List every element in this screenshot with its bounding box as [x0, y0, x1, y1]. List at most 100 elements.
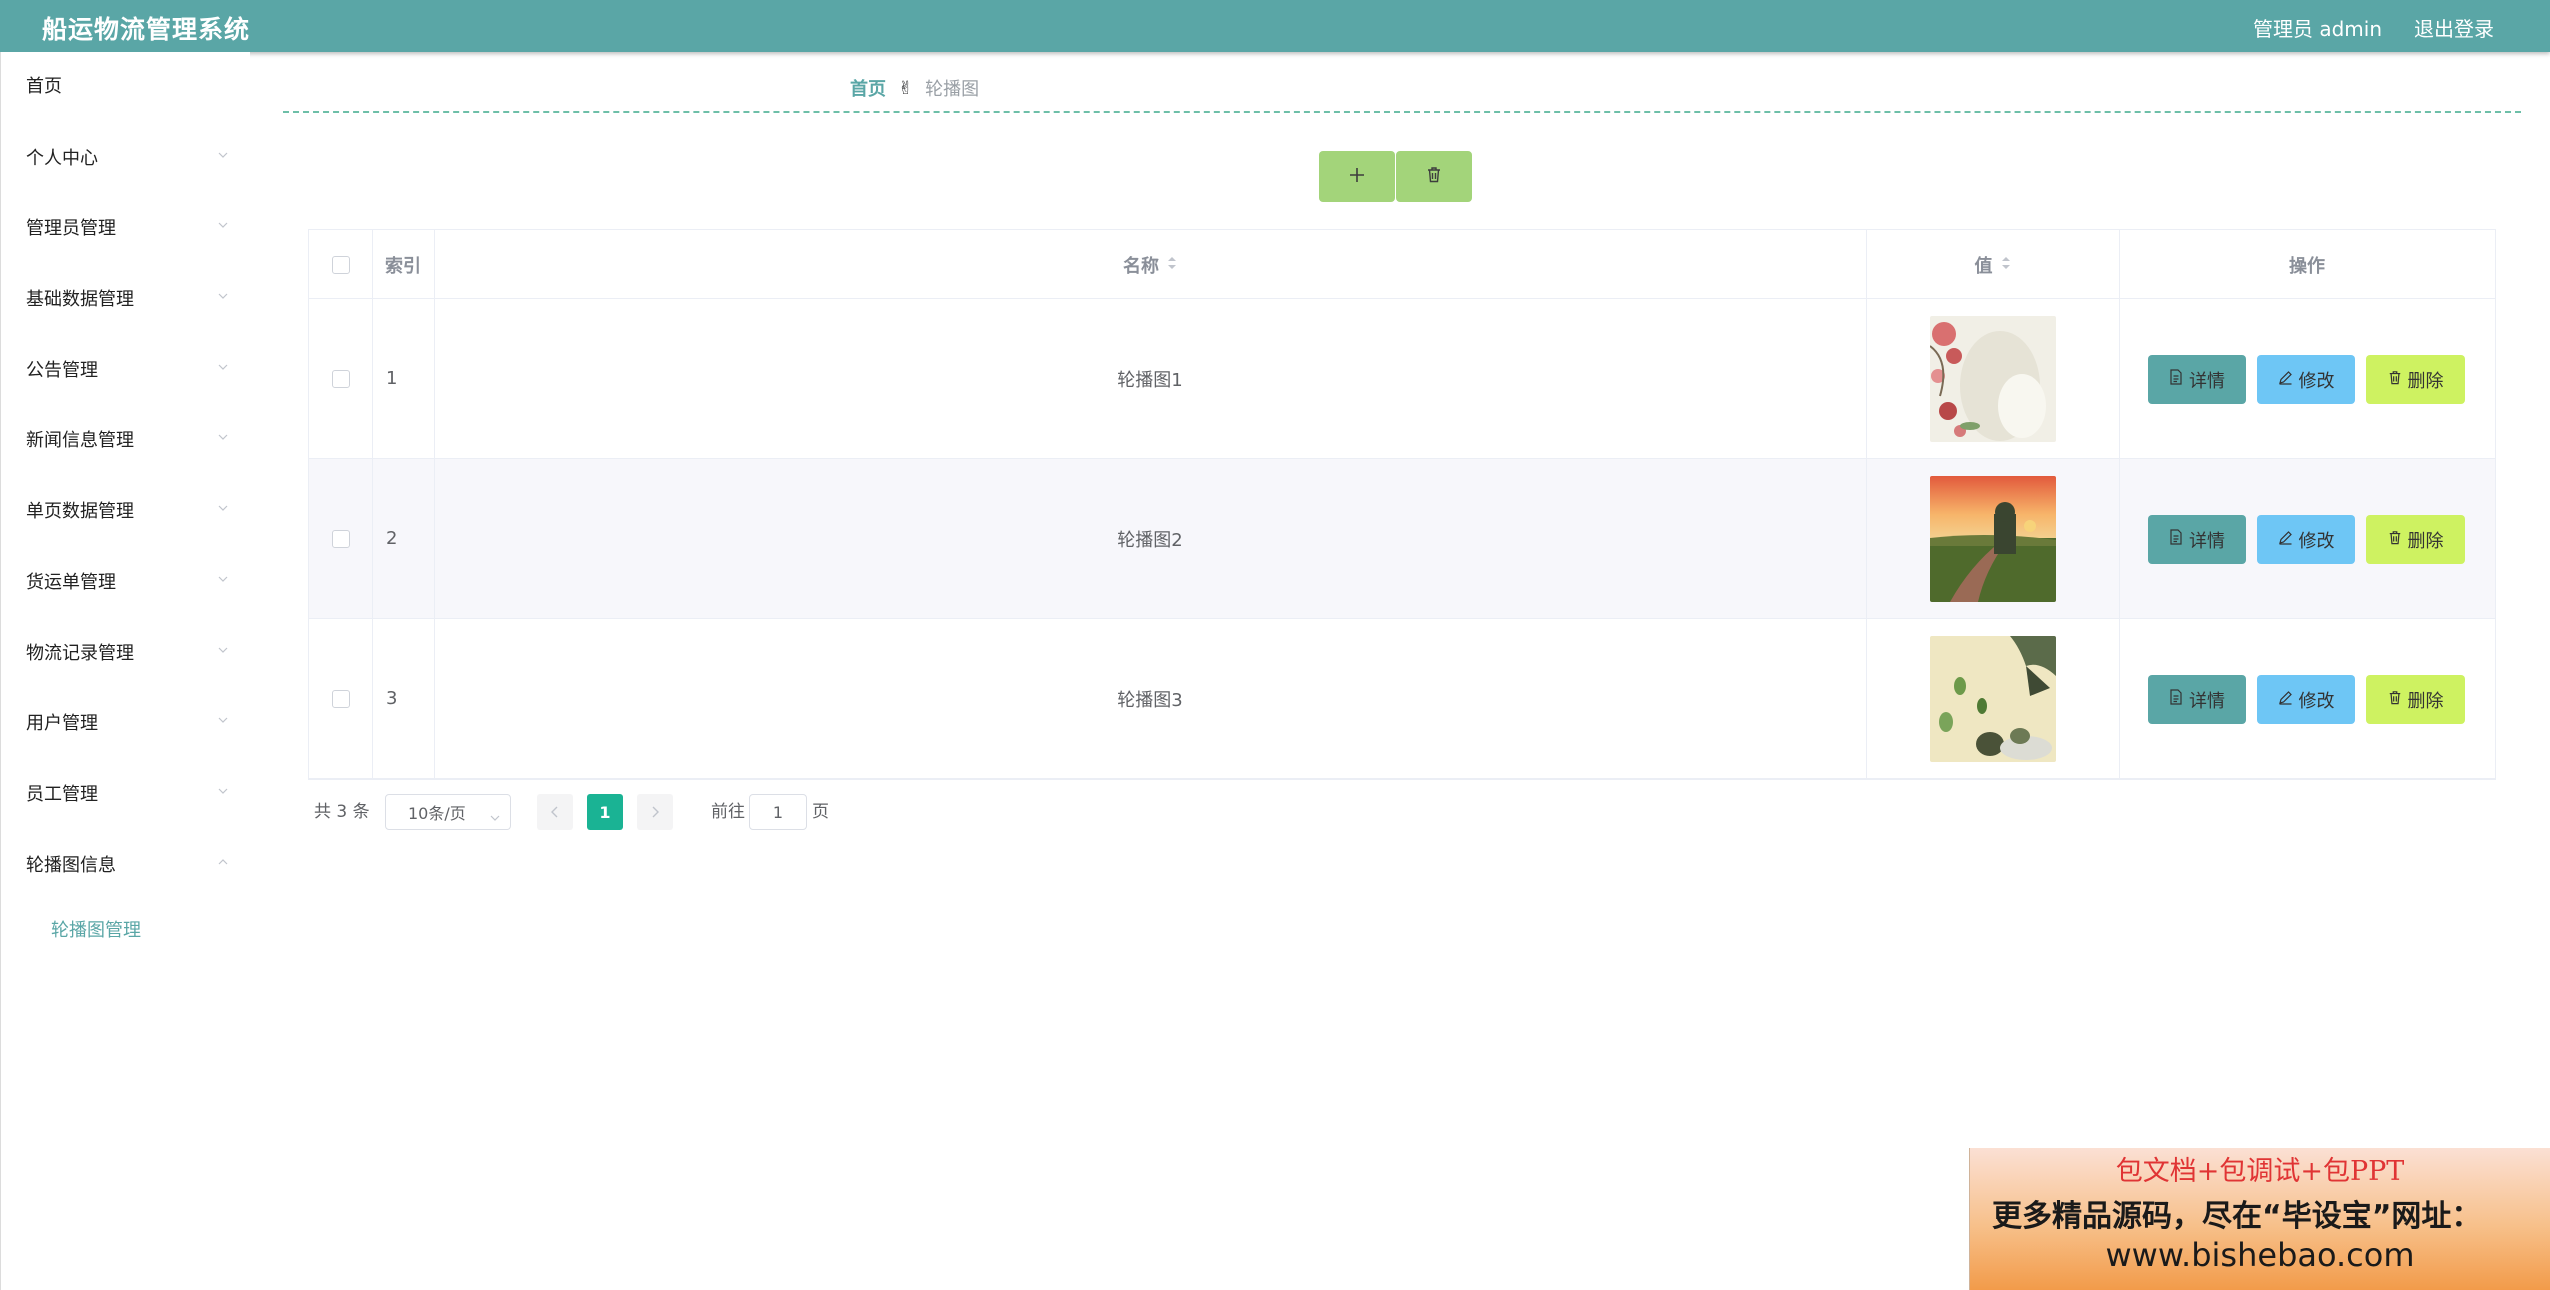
column-header-value[interactable]: 值 [1866, 230, 2119, 299]
row-checkbox[interactable] [331, 369, 350, 388]
sidebar-item-waybills[interactable]: 货运单管理 [26, 568, 228, 598]
sidebar-item-single-page[interactable]: 单页数据管理 [26, 497, 228, 527]
column-header-index: 索引 [385, 255, 421, 277]
sidebar-subitem-carousel-management[interactable]: 轮播图管理 [51, 916, 141, 942]
table-header: 索引 名称 值 操作 [309, 230, 2495, 299]
promo-line-1: 包文档+包调试+包PPT [2115, 1156, 2405, 1187]
page-size-select[interactable]: 10条/页 [385, 794, 511, 830]
admin-username: 管理员 admin [2252, 17, 2382, 41]
goto-label: 前往 [711, 802, 745, 822]
top-header: 船运物流管理系统 管理员 admin 退出登录 [0, 0, 2550, 52]
detail-button[interactable]: 详情 [2148, 355, 2246, 404]
row-checkbox[interactable] [331, 689, 350, 708]
row-value-cell [1866, 619, 2119, 778]
sidebar-item-base-data[interactable]: 基础数据管理 [26, 285, 228, 315]
edit-button[interactable]: 修改 [2257, 675, 2355, 724]
prev-page-button[interactable] [537, 794, 573, 830]
breadcrumb-home[interactable]: 首页 [850, 75, 886, 101]
delete-button[interactable]: 删除 [2366, 515, 2465, 564]
chevron-left-icon [550, 803, 560, 822]
breadcrumb-current: 轮播图 [925, 79, 980, 100]
chevron-down-icon [218, 503, 228, 513]
sidebar-item-personal-center[interactable]: 个人中心 [26, 144, 228, 174]
app-title: 船运物流管理系统 [42, 15, 251, 44]
page-number-button[interactable]: 1 [587, 794, 623, 830]
goto-page-input[interactable]: 1 [749, 794, 807, 830]
detail-button[interactable]: 详情 [2148, 515, 2246, 564]
sidebar-item-announcements[interactable]: 公告管理 [26, 356, 228, 386]
carousel-table: 索引 名称 值 操作 1 轮播图1 详情 修改 删除 2 轮播图2 详情 修改 … [308, 229, 2496, 780]
banner-image-flowers[interactable] [1929, 315, 2056, 442]
sidebar-item-users[interactable]: 用户管理 [26, 709, 228, 739]
sidebar-item-admin-management[interactable]: 管理员管理 [26, 214, 228, 244]
next-page-button[interactable] [637, 794, 673, 830]
sidebar-item-label: 公告管理 [26, 360, 98, 381]
column-header-name[interactable]: 名称 [434, 230, 1866, 299]
detail-button[interactable]: 详情 [2148, 675, 2246, 724]
sidebar-item-logistics-records[interactable]: 物流记录管理 [26, 639, 228, 669]
row-checkbox[interactable] [331, 529, 350, 548]
add-button[interactable] [1319, 151, 1395, 202]
banner-image-ink-landscape[interactable] [1929, 635, 2056, 762]
detail-button-label: 详情 [2189, 530, 2225, 552]
detail-button-label: 详情 [2189, 690, 2225, 712]
sidebar-item-label: 轮播图信息 [26, 855, 116, 876]
row-actions-cell: 详情 修改 删除 [2119, 459, 2495, 618]
logout-link[interactable]: 退出登录 [2414, 13, 2494, 42]
trash-icon [2388, 369, 2402, 390]
sidebar-item-label: 物流记录管理 [26, 643, 134, 664]
row-name: 轮播图2 [1117, 529, 1183, 551]
edit-button-label: 修改 [2298, 690, 2335, 712]
chevron-up-icon [218, 857, 228, 867]
sort-icon[interactable] [1167, 254, 1177, 275]
chevron-down-icon [218, 574, 228, 584]
delete-button-label: 删除 [2407, 690, 2444, 712]
row-actions-cell: 详情 修改 删除 [2119, 619, 2495, 778]
promo-banner: 包文档+包调试+包PPT 更多精品源码，尽在“毕设宝”网址： www.bishe… [1969, 1148, 2550, 1290]
chevron-down-icon [218, 220, 228, 230]
delete-button[interactable]: 删除 [2366, 355, 2465, 404]
sort-icon[interactable] [2001, 254, 2011, 275]
detail-button-label: 详情 [2189, 370, 2225, 392]
sidebar-item-label: 个人中心 [26, 148, 98, 169]
trash-icon [2388, 529, 2402, 550]
row-value-cell [1866, 459, 2119, 618]
column-divider [1866, 230, 1867, 779]
document-icon [2169, 529, 2183, 550]
chevron-right-icon [650, 803, 660, 822]
sidebar-item-label: 首页 [26, 76, 62, 97]
sidebar-item-news[interactable]: 新闻信息管理 [26, 426, 228, 456]
breadcrumb-divider [283, 111, 2521, 113]
batch-delete-button[interactable] [1396, 151, 1472, 202]
sidebar-item-label: 用户管理 [26, 713, 98, 734]
pencil-icon [2278, 529, 2293, 550]
sidebar-item-home[interactable]: 首页 [26, 72, 226, 102]
edit-button-label: 修改 [2298, 530, 2335, 552]
row-name: 轮播图3 [1117, 689, 1183, 711]
page-size-value: 10条/页 [408, 804, 466, 823]
delete-button[interactable]: 删除 [2366, 675, 2465, 724]
row-name: 轮播图1 [1117, 369, 1183, 391]
promo-line-3: www.bishebao.com [2105, 1236, 2415, 1274]
delete-button-label: 删除 [2407, 370, 2444, 392]
sidebar-item-carousel-info[interactable]: 轮播图信息 [26, 851, 228, 881]
banner-image-sunset-road[interactable] [1929, 475, 2056, 602]
pencil-icon [2278, 369, 2293, 390]
promo-line-2: 更多精品源码，尽在“毕设宝”网址： [1992, 1199, 2482, 1234]
row-actions-cell: 详情 修改 删除 [2119, 299, 2495, 458]
edit-button[interactable]: 修改 [2257, 515, 2355, 564]
edit-button[interactable]: 修改 [2257, 355, 2355, 404]
sidebar-item-label: 货运单管理 [26, 572, 116, 593]
column-header-name-label: 名称 [1123, 255, 1159, 277]
column-header-actions: 操作 [2289, 255, 2325, 277]
select-all-checkbox[interactable] [331, 255, 350, 274]
sidebar-item-staff[interactable]: 员工管理 [26, 780, 228, 810]
table-row: 3 轮播图3 详情 修改 删除 [309, 619, 2495, 779]
row-select-cell [309, 619, 372, 778]
chevron-down-icon [490, 808, 500, 827]
column-divider [434, 230, 435, 779]
pagination-total: 共 3 条 [314, 802, 370, 822]
table-row: 2 轮播图2 详情 修改 删除 [309, 459, 2495, 619]
document-icon [2169, 369, 2183, 390]
chevron-down-icon [218, 291, 228, 301]
